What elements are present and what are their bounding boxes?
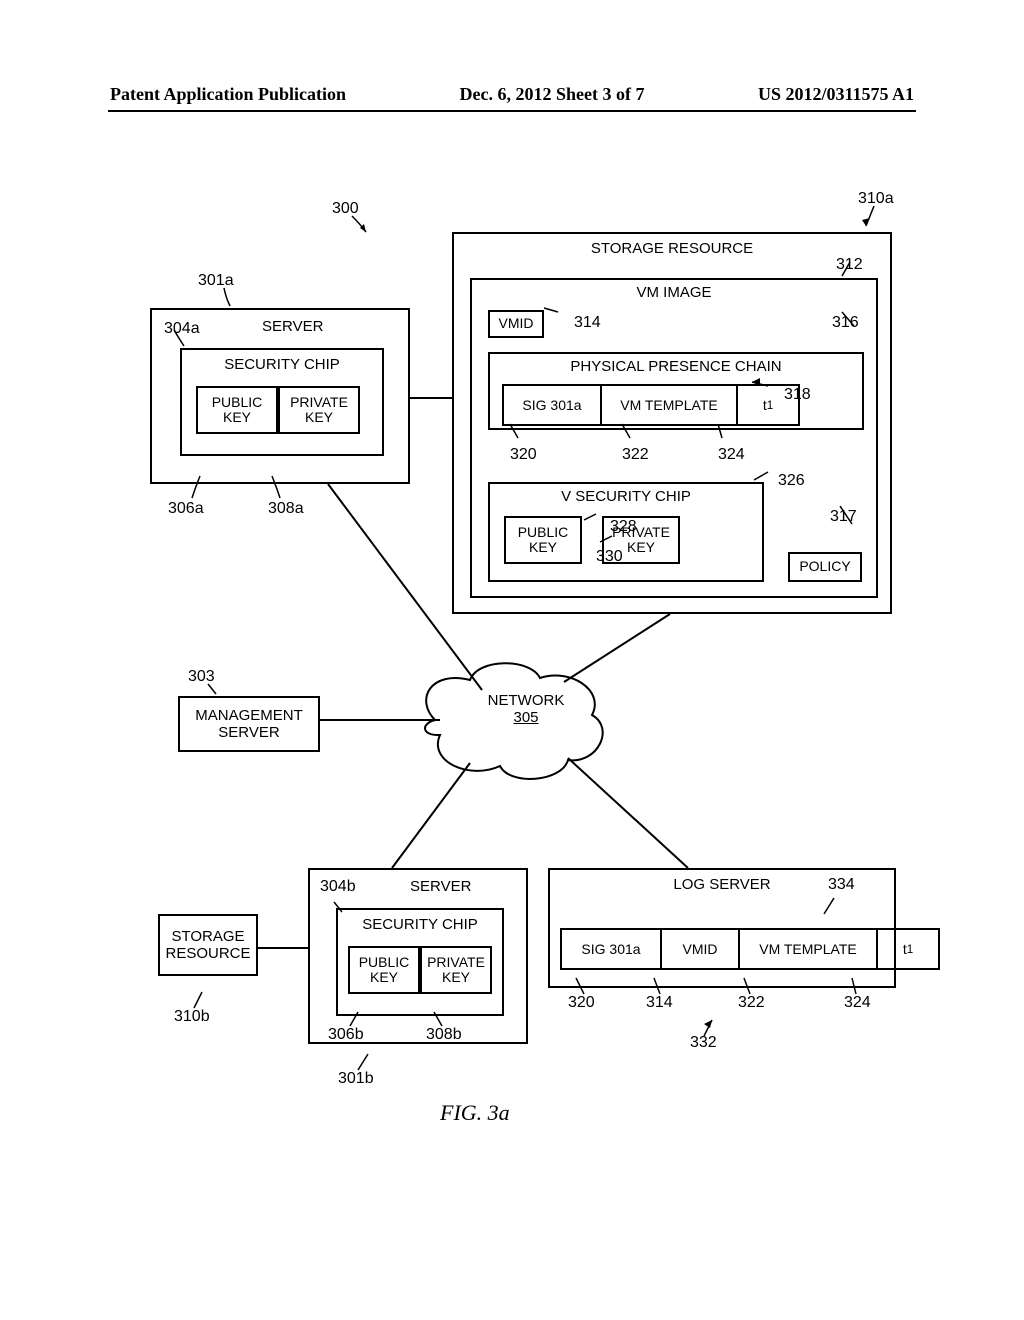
storage-resource-310b-label: STORAGE RESOURCE [160, 928, 256, 962]
v-security-chip-box: V SECURITY CHIP PUBLIC KEY PRIVATE KEY 3… [488, 482, 764, 582]
server-301a-box: SERVER 304a SECURITY CHIP PUBLIC KEY PRI… [150, 308, 410, 484]
ref-304a: 304a [164, 320, 200, 338]
log-entry-332-row: SIG 301a VMID VM TEMPLATE t1 [560, 928, 940, 970]
ref-301b: 301b [338, 1070, 374, 1088]
v-security-chip-title: V SECURITY CHIP [490, 488, 762, 505]
ref-320-bottom: 320 [568, 994, 595, 1012]
ref-308b: 308b [426, 1026, 462, 1044]
ref-314-top: 314 [574, 314, 601, 332]
header-center: Dec. 6, 2012 Sheet 3 of 7 [460, 84, 645, 105]
header-rule [108, 110, 916, 112]
policy-box: POLICY [788, 552, 862, 582]
ref-326: 326 [778, 472, 805, 490]
figure-area: 301a SERVER 304a SECURITY CHIP PUBLIC KE… [130, 180, 910, 1180]
ref-332: 332 [690, 1034, 717, 1052]
ref-316: 316 [832, 314, 859, 332]
ref-322-bottom: 322 [738, 994, 765, 1012]
ref-301a: 301a [198, 272, 234, 290]
ref-328: 328 [610, 518, 637, 536]
ref-324-bottom: 324 [844, 994, 871, 1012]
ref-330: 330 [596, 548, 623, 566]
public-key-301a: PUBLIC KEY [196, 386, 278, 434]
mgmt-server-label: MANAGEMENT SERVER [180, 707, 318, 741]
security-chip-301b-title: SECURITY CHIP [338, 916, 502, 933]
log-t1-sub: 1 [907, 943, 913, 956]
log-vm-template: VM TEMPLATE [738, 928, 876, 970]
ref-306a: 306a [168, 500, 204, 518]
ref-303: 303 [188, 668, 215, 686]
header-right: US 2012/0311575 A1 [758, 84, 914, 105]
ppc-t1-sub: 1 [767, 399, 773, 412]
ref-310b: 310b [174, 1008, 210, 1026]
private-key-301b: PRIVATE KEY [420, 946, 492, 994]
security-chip-301b-box: SECURITY CHIP PUBLIC KEY PRIVATE KEY [336, 908, 504, 1016]
ref-318: 318 [784, 386, 811, 404]
ref-300: 300 [332, 200, 359, 218]
vm-image-box: VM IMAGE VMID 314 316 PHYSICAL PRESENCE … [470, 278, 878, 598]
mgmt-server-box: MANAGEMENT SERVER [178, 696, 320, 752]
v-public-key: PUBLIC KEY [504, 516, 582, 564]
ref-314-bottom: 314 [646, 994, 673, 1012]
storage-resource-310a-title: STORAGE RESOURCE [454, 240, 890, 257]
ref-308a: 308a [268, 500, 304, 518]
private-key-301a: PRIVATE KEY [278, 386, 360, 434]
server-301b-title: SERVER [410, 878, 471, 895]
vm-image-title: VM IMAGE [472, 284, 876, 301]
ref-310a: 310a [858, 190, 894, 208]
ref-322-top: 322 [622, 446, 649, 464]
page: Patent Application Publication Dec. 6, 2… [0, 0, 1024, 1320]
figure-caption: FIG. 3a [440, 1100, 510, 1126]
header-left: Patent Application Publication [110, 84, 346, 105]
ref-334: 334 [828, 876, 855, 894]
network-id: 305 [513, 709, 538, 726]
network-label: NETWORK 305 [476, 692, 576, 726]
log-vmid: VMID [660, 928, 738, 970]
security-chip-301a-box: SECURITY CHIP PUBLIC KEY PRIVATE KEY [180, 348, 384, 456]
ref-304b: 304b [320, 878, 356, 896]
log-server-box: LOG SERVER 334 SIG 301a VMID VM TEMPLATE… [548, 868, 896, 988]
log-sig: SIG 301a [560, 928, 660, 970]
ref-324-top: 324 [718, 446, 745, 464]
ppc-vm-template: VM TEMPLATE [600, 384, 736, 426]
page-header: Patent Application Publication Dec. 6, 2… [110, 84, 914, 105]
ppc-title: PHYSICAL PRESENCE CHAIN [490, 358, 862, 375]
log-t1: t1 [876, 928, 940, 970]
network-text: NETWORK [488, 692, 565, 709]
ref-320-top: 320 [510, 446, 537, 464]
public-key-301b: PUBLIC KEY [348, 946, 420, 994]
ref-317: 317 [830, 508, 857, 526]
ref-306b: 306b [328, 1026, 364, 1044]
server-301a-title: SERVER [262, 318, 323, 335]
storage-resource-310a-box: STORAGE RESOURCE 312 VM IMAGE VMID 314 3… [452, 232, 892, 614]
security-chip-301a-title: SECURITY CHIP [182, 356, 382, 373]
vmid-box: VMID [488, 310, 544, 338]
ppc-entry-318-row: SIG 301a VM TEMPLATE t1 [502, 384, 800, 426]
ref-312: 312 [836, 256, 863, 274]
storage-resource-310b-box: STORAGE RESOURCE [158, 914, 258, 976]
ppc-sig: SIG 301a [502, 384, 600, 426]
server-301b-box: SERVER 304b SECURITY CHIP PUBLIC KEY PRI… [308, 868, 528, 1044]
